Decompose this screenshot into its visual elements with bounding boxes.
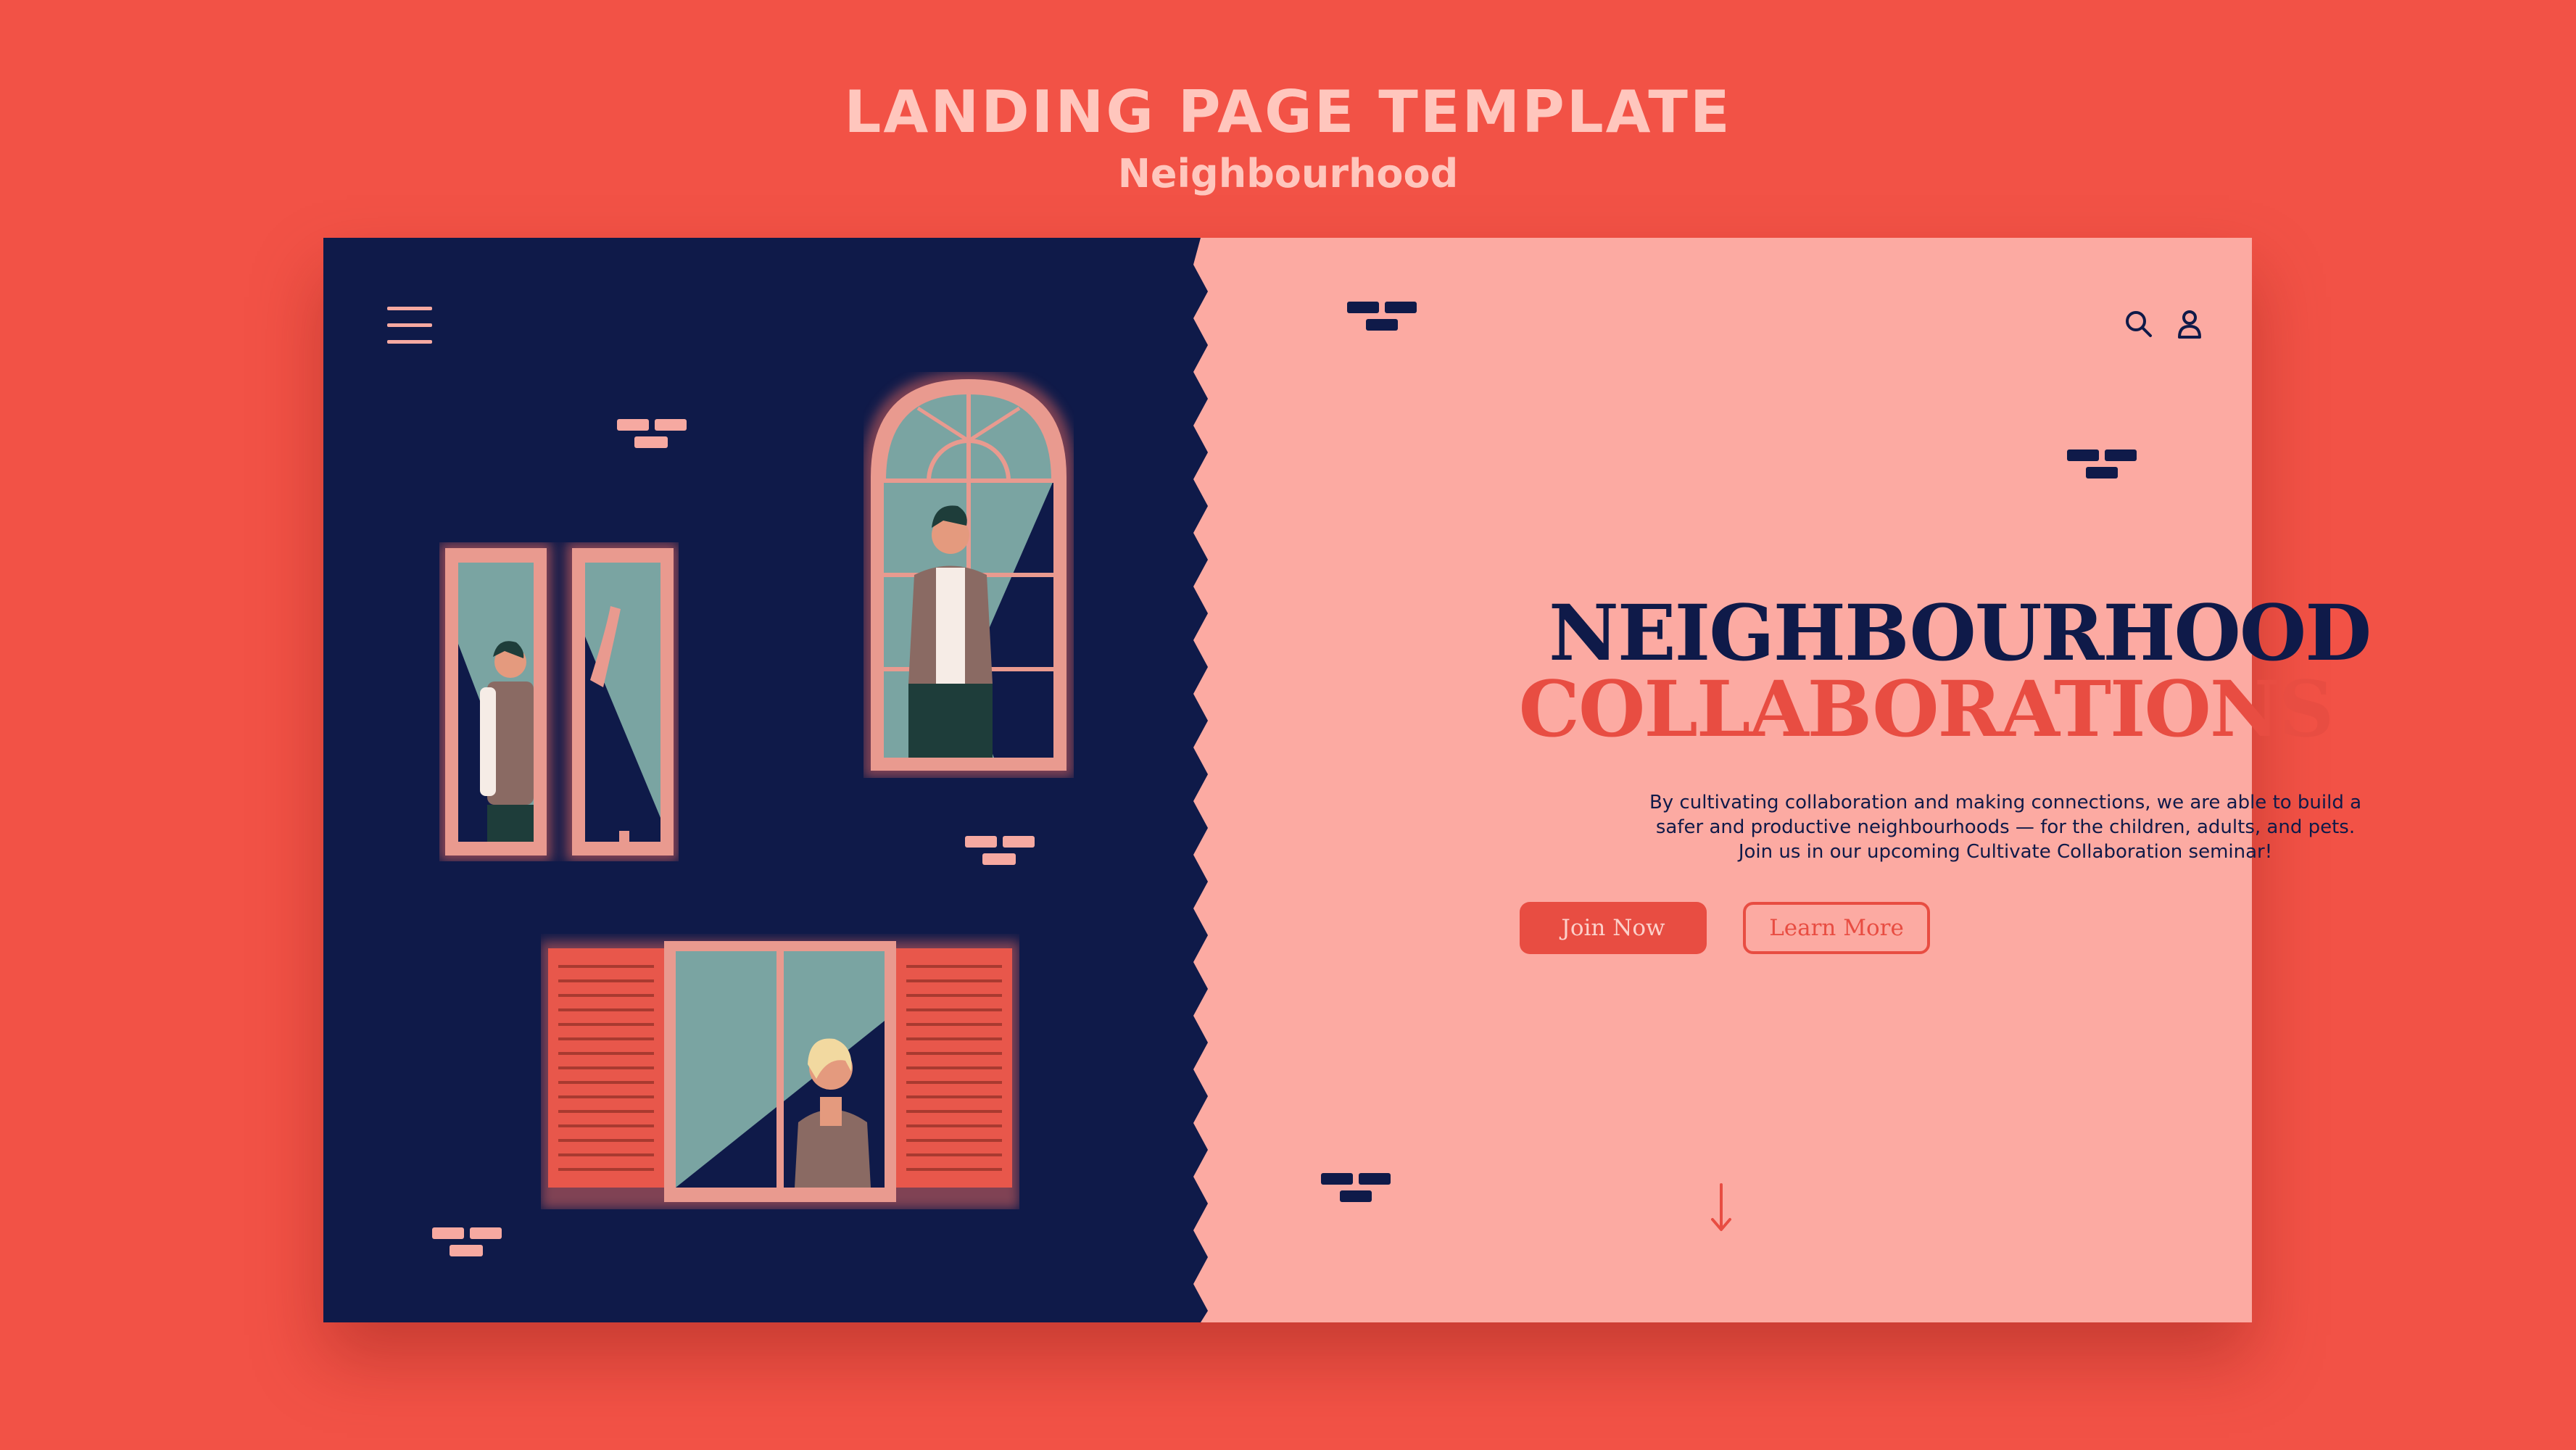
hero-title-line2: COLLABORATIONS (1518, 663, 2335, 754)
page-title: LANDING PAGE TEMPLATE (844, 78, 1732, 146)
brick-decoration (432, 1227, 505, 1259)
shutter-window-illustration (541, 941, 1019, 1209)
brick-decoration (1321, 1173, 1393, 1205)
page-subtitle: Neighbourhood (1117, 151, 1459, 196)
brick-decoration (2067, 450, 2140, 481)
brick-decoration (1347, 302, 1420, 334)
learn-more-button[interactable]: Learn More (1743, 902, 1930, 954)
zigzag-divider (1186, 238, 1208, 1322)
brick-decoration (617, 419, 689, 451)
twin-window-illustration (439, 542, 679, 861)
join-now-button[interactable]: Join Now (1520, 902, 1707, 954)
landing-card: NEIGHBOURHOOD COLLABORATIONS By cultivat… (323, 238, 2372, 1322)
menu-icon[interactable] (387, 307, 432, 344)
brick-decoration (965, 836, 1038, 868)
illustration-panel (323, 238, 1215, 1322)
arrow-down-icon[interactable] (1707, 1180, 1736, 1238)
page-header: LANDING PAGE TEMPLATE Neighbourhood (0, 72, 2576, 196)
arched-window-illustration (864, 372, 1074, 778)
content-panel (1193, 238, 2252, 1322)
search-icon[interactable] (2121, 307, 2156, 341)
hero-description: By cultivating collaboration and making … (1649, 792, 2362, 863)
user-icon[interactable] (2172, 307, 2207, 341)
